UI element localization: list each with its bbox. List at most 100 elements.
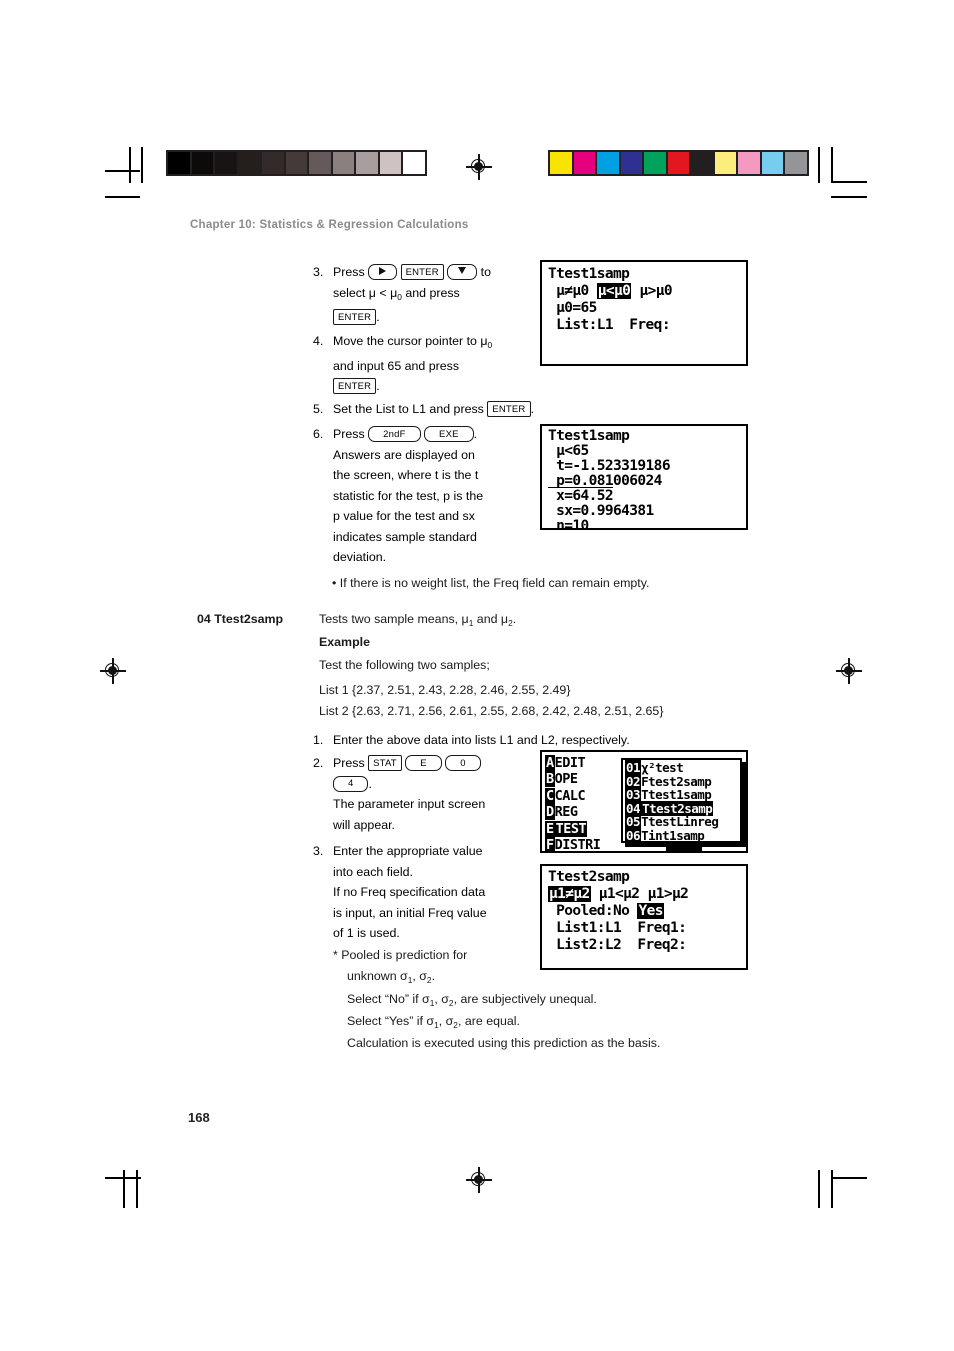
crop-line <box>129 147 131 183</box>
stat-menu-option-06[interactable]: 06Tint1samp <box>625 828 705 843</box>
scroll-down-indicator[interactable] <box>666 843 702 851</box>
stat-menu-option-05[interactable]: 05TtestLinreg <box>625 814 719 830</box>
stat-menu-item-label: CALC <box>554 787 586 804</box>
crop-line <box>831 181 867 183</box>
section-label: 04 Ttest2samp <box>197 612 284 626</box>
step-3: 3. Press ENTER to select μ < μ0 and pres… <box>313 262 538 328</box>
step-number: 3. <box>313 265 324 279</box>
lcd-list2-freq2-field[interactable]: List2:L2 Freq2: <box>548 937 687 954</box>
crop-line <box>818 147 820 183</box>
color-swatch <box>620 152 644 174</box>
lcd-alternatives-row: μ1≠μ2 μ1<μ2 μ1>μ2 <box>548 886 689 903</box>
lcd-ttest2samp-input: Ttest2samp μ1≠μ2 μ1<μ2 μ1>μ2 Pooled:No Y… <box>540 864 748 970</box>
lcd-alt-greater-than[interactable]: μ>μ0 <box>631 283 672 299</box>
crop-line <box>831 147 833 183</box>
lcd-title: Ttest1samp <box>548 266 630 282</box>
key-stat[interactable]: STAT <box>368 755 402 771</box>
color-swatch <box>597 152 621 174</box>
color-swatch <box>691 152 715 174</box>
color-swatch <box>761 152 785 174</box>
stat-menu-item-label: EDIT <box>554 755 586 771</box>
key-down-arrow[interactable] <box>447 264 478 280</box>
lcd-alt-not-equal[interactable]: μ≠μ0 <box>548 283 597 299</box>
lcd-alt-not-equal-selected[interactable]: μ1≠μ2 <box>548 886 591 902</box>
stat-menu-item-reg[interactable]: DREG <box>545 804 578 821</box>
key-0[interactable]: 0 <box>445 755 481 771</box>
crop-line <box>105 196 140 198</box>
key-right-arrow[interactable] <box>368 264 398 280</box>
lcd-list-freq-field[interactable]: List:L1 Freq: <box>548 317 670 334</box>
lcd-result-n: n=10 <box>548 518 589 530</box>
color-swatch <box>738 152 762 174</box>
color-swatch <box>168 152 192 174</box>
key-e[interactable]: E <box>405 755 442 771</box>
stat-menu-item-ope[interactable]: BOPE <box>545 771 578 788</box>
stat-menu-option-03[interactable]: 03Ttest1samp <box>625 787 712 803</box>
crop-line <box>105 170 140 172</box>
step-text: Press 2ndF EXE. Answers are displayed on… <box>333 426 484 564</box>
lcd-pooled-yes-selected[interactable]: Yes <box>637 903 664 919</box>
stat-menu-item-key: E <box>545 820 555 837</box>
example-line: Test the following two samples; <box>319 658 490 672</box>
color-swatch <box>785 152 807 174</box>
stat-menu-option-label: Ttest1samp <box>641 787 712 803</box>
step-text: Enter the above data into lists L1 and L… <box>333 733 630 747</box>
stat-menu-item-label: OPE <box>554 771 578 788</box>
color-swatch <box>573 152 597 174</box>
process-color-calibration-bar <box>548 150 809 176</box>
stat-menu-option-01[interactable]: 01χ²test <box>625 760 684 775</box>
step-text: Move the cursor pointer to μ0 and input … <box>333 334 493 394</box>
lcd-title: Ttest2samp <box>548 869 630 885</box>
registration-mark-top <box>466 154 492 180</box>
color-swatch <box>191 152 215 174</box>
step-6: 6. Press 2ndF EXE. Answers are displayed… <box>313 424 528 568</box>
lcd-mu0-field[interactable]: μ0=65 <box>548 300 597 317</box>
color-swatch <box>332 152 356 174</box>
key-enter[interactable]: ENTER <box>400 264 444 280</box>
stat-menu-option-number: 06 <box>625 828 642 843</box>
key-enter[interactable]: ENTER <box>333 309 377 325</box>
stat-menu-option-04[interactable]: 04 Ttest2samp <box>625 800 714 816</box>
step-4: 4. Move the cursor pointer to μ0 and inp… <box>313 331 548 397</box>
crop-line <box>141 147 143 183</box>
lcd-alt-rest[interactable]: μ1<μ2 μ1>μ2 <box>591 886 689 902</box>
stat-menu-item-label: TEST <box>554 820 588 837</box>
lcd-alt-less-than-selected[interactable]: μ<μ0 <box>596 283 632 299</box>
step-b2: 2. Press STAT E 0 4. The parameter input… <box>313 753 538 835</box>
registration-mark-left <box>100 658 126 684</box>
key-enter[interactable]: ENTER <box>333 378 377 394</box>
stat-menu-item-edit[interactable]: AEDIT <box>545 755 586 772</box>
color-swatch <box>285 152 309 174</box>
crop-line <box>831 1177 867 1179</box>
step-5: 5. Set the List to L1 and press ENTER. <box>313 399 613 420</box>
color-swatch <box>714 152 738 174</box>
color-swatch <box>262 152 286 174</box>
crop-line <box>123 1170 125 1208</box>
stat-menu-item-key: F <box>545 837 555 853</box>
key-4[interactable]: 4 <box>333 775 369 792</box>
grayscale-calibration-bar <box>166 150 427 176</box>
stat-menu-option-number: 01 <box>625 760 642 775</box>
key-enter[interactable]: ENTER <box>487 401 531 417</box>
lcd-list1-freq1-field[interactable]: List1:L1 Freq1: <box>548 920 687 937</box>
step-number: 2. <box>313 756 324 770</box>
stat-menu-item-test[interactable]: E TEST <box>545 820 588 838</box>
lcd-pooled-label[interactable]: Pooled:No <box>548 903 637 919</box>
step-b1: 1. Enter the above data into lists L1 an… <box>313 730 733 751</box>
crop-line <box>831 196 867 198</box>
key-exe[interactable]: EXE <box>424 426 474 442</box>
step-number: 3. <box>313 844 324 858</box>
step-number: 6. <box>313 427 324 441</box>
key-2ndf[interactable]: 2ndF <box>368 426 421 442</box>
stat-menu-item-distri[interactable]: FDISTRI <box>545 837 601 853</box>
lcd-stat-menu: AEDIT BOPE CCALC DREG E TEST FDISTRI 01χ²test 0… <box>540 750 748 853</box>
color-swatch <box>403 152 425 174</box>
color-swatch <box>550 152 574 174</box>
step-number: 5. <box>313 402 324 416</box>
color-swatch <box>238 152 262 174</box>
stat-menu-item-calc[interactable]: CCALC <box>545 787 586 805</box>
stat-menu-item-label: REG <box>554 804 578 821</box>
stat-menu-option-label: Tint1samp <box>641 828 705 843</box>
stat-menu-option-02[interactable]: 02Ftest2samp <box>625 773 712 789</box>
crop-line <box>831 1170 833 1208</box>
